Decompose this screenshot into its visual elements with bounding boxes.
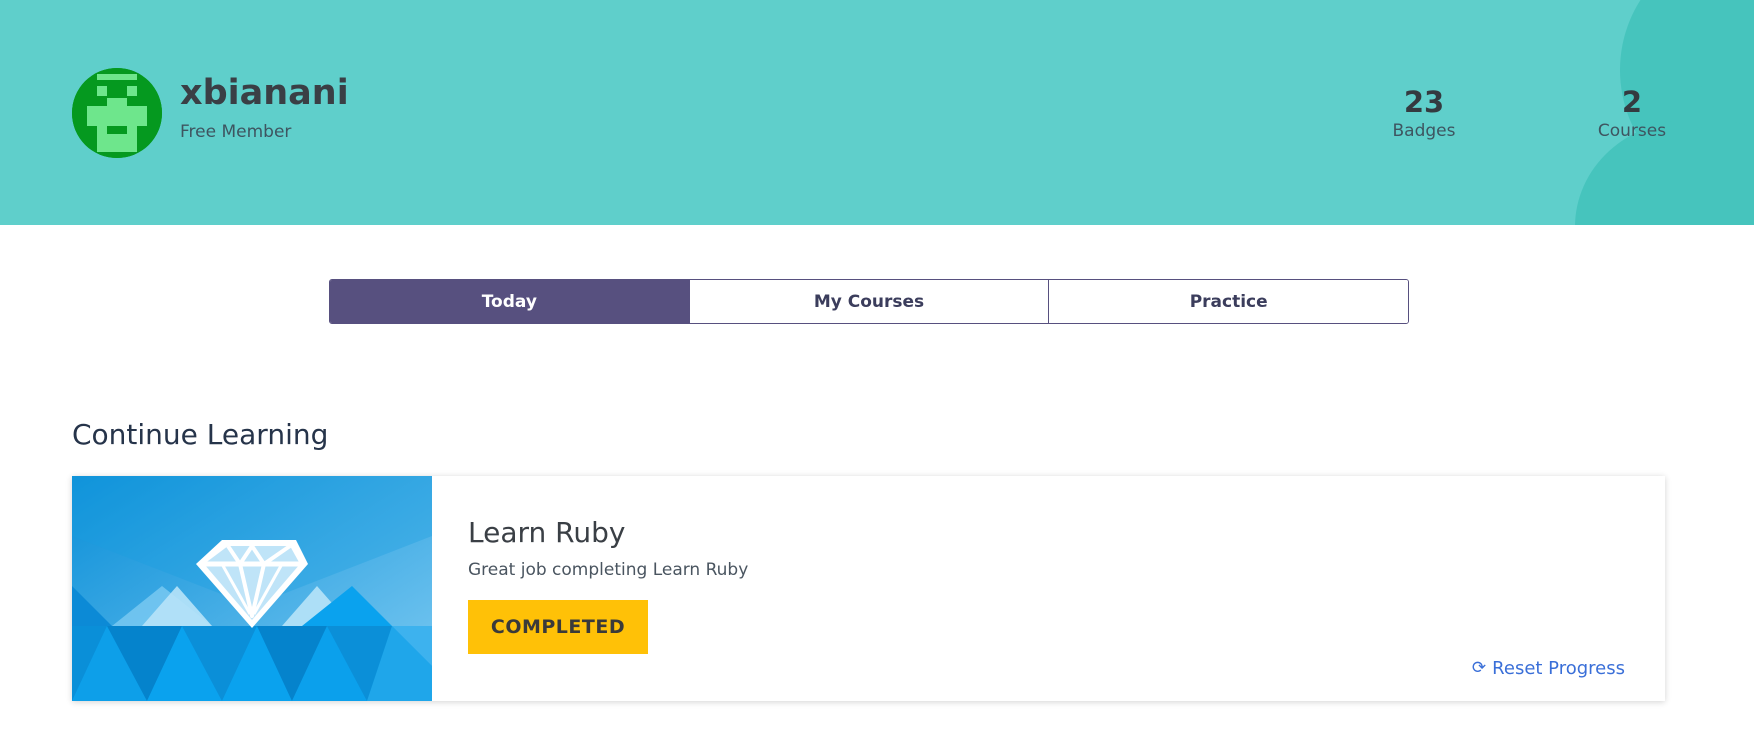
tab-today[interactable]: Today: [330, 280, 689, 323]
tab-practice[interactable]: Practice: [1048, 280, 1408, 323]
reset-progress-link[interactable]: ⟳ Reset Progress: [1472, 658, 1625, 679]
refresh-icon: ⟳: [1471, 658, 1487, 678]
course-subtitle: Great job completing Learn Ruby: [468, 560, 749, 580]
course-title[interactable]: Learn Ruby: [468, 516, 625, 549]
username: xbianani: [180, 73, 349, 113]
courses-count: 2: [1621, 85, 1643, 119]
ruby-gem-icon: [72, 476, 432, 701]
completed-button[interactable]: COMPLETED: [468, 600, 648, 654]
dashboard-tabs: Today My Courses Practice: [329, 279, 1409, 324]
pixel-avatar-icon: [72, 68, 162, 158]
badges-stat[interactable]: 23 Badges: [1364, 84, 1484, 142]
avatar[interactable]: [72, 68, 162, 158]
continue-learning-title: Continue Learning: [72, 418, 329, 451]
course-image: [72, 476, 432, 701]
tab-my-courses[interactable]: My Courses: [688, 280, 1049, 323]
reset-progress-label: Reset Progress: [1492, 658, 1625, 679]
profile-header: xbianani Free Member 23 Badges 2 Courses: [0, 0, 1754, 225]
course-card[interactable]: Learn Ruby Great job completing Learn Ru…: [72, 476, 1665, 701]
badges-count: 23: [1403, 85, 1445, 119]
membership-label: Free Member: [180, 122, 292, 142]
courses-label: Courses: [1597, 121, 1667, 141]
badges-label: Badges: [1392, 121, 1456, 141]
courses-stat[interactable]: 2 Courses: [1572, 84, 1692, 142]
